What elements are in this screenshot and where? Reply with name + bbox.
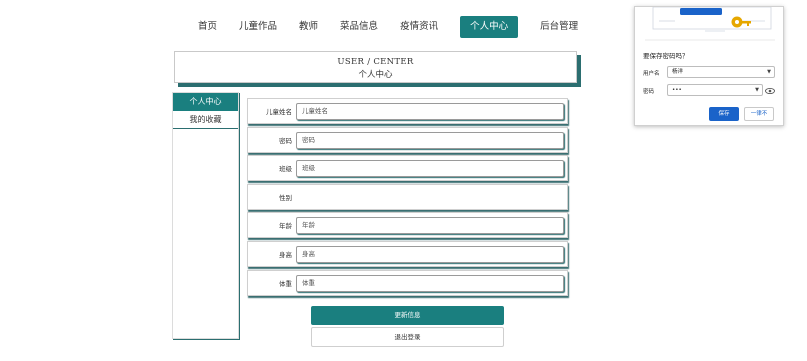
logout-button[interactable]: 退出登录	[311, 327, 504, 347]
nav-item-home[interactable]: 首页	[198, 16, 217, 38]
sidebar-item-user-center[interactable]: 个人中心	[173, 93, 238, 111]
field-label: 体重	[279, 279, 292, 288]
form-row-child-name: 儿童姓名 儿童姓名	[247, 98, 568, 124]
nav-item-admin[interactable]: 后台管理	[540, 16, 578, 38]
page-title-cn: 个人中心	[358, 70, 393, 80]
top-nav: 首页 儿童作品 教师 菜品信息 疫情资讯 个人中心 后台管理	[198, 16, 600, 38]
sidebar: 个人中心 我的收藏	[172, 92, 239, 339]
form-row-password: 密码 密码	[247, 126, 568, 153]
username-select[interactable]: 杨洋 ▼	[667, 66, 775, 78]
chevron-down-icon: ▼	[767, 69, 771, 75]
password-illustration-icon	[645, 7, 775, 41]
field-label: 年龄	[279, 222, 292, 231]
form-row-gender: 性别	[247, 183, 568, 210]
chevron-down-icon: ▼	[755, 87, 759, 93]
password-value: •••	[672, 87, 682, 93]
password-label: 密码	[643, 89, 655, 95]
save-password-button[interactable]: 保存	[709, 107, 739, 121]
page-title-en: USER / CENTER	[337, 57, 414, 67]
popup-title: 要保存密码吗？	[643, 52, 689, 60]
nav-item-dishes[interactable]: 菜品信息	[340, 16, 378, 38]
password-input[interactable]: 密码	[296, 131, 564, 149]
nav-item-user-center[interactable]: 个人中心	[460, 16, 519, 38]
nav-item-teachers[interactable]: 教师	[299, 16, 318, 38]
form-row-height: 身高 身高	[247, 240, 568, 267]
form-row-weight: 体重 体重	[247, 269, 568, 296]
save-password-popup: 要保存密码吗？ 用户名 杨洋 ▼ 密码 ••• ▼ 保存 一律不	[634, 6, 784, 126]
password-select[interactable]: ••• ▼	[667, 84, 763, 96]
username-value: 杨洋	[672, 69, 684, 75]
eye-icon[interactable]	[765, 86, 775, 96]
height-input[interactable]: 身高	[296, 245, 564, 263]
never-save-button[interactable]: 一律不	[744, 107, 774, 121]
age-input[interactable]: 年龄	[296, 217, 564, 235]
field-label: 身高	[279, 250, 292, 259]
field-label: 密码	[279, 136, 292, 145]
field-label: 班级	[279, 165, 292, 174]
field-label: 儿童姓名	[266, 108, 292, 116]
weight-input[interactable]: 体重	[296, 274, 564, 292]
nav-item-children-works[interactable]: 儿童作品	[239, 16, 277, 38]
page-title-banner: USER / CENTER 个人中心	[174, 51, 577, 83]
class-input[interactable]: 班级	[296, 160, 564, 178]
child-name-input[interactable]: 儿童姓名	[296, 103, 564, 120]
sidebar-item-favorites[interactable]: 我的收藏	[173, 111, 238, 129]
form-row-age: 年龄 年龄	[247, 212, 568, 239]
field-label: 性别	[279, 193, 292, 202]
update-info-button[interactable]: 更新信息	[311, 306, 504, 325]
nav-item-epidemic-news[interactable]: 疫情资讯	[400, 16, 438, 38]
profile-form: 儿童姓名 儿童姓名 密码 密码 班级 班级 性别 年龄 年龄 身高 身高 体重 …	[247, 98, 568, 298]
form-row-class: 班级 班级	[247, 155, 568, 182]
username-label: 用户名	[643, 71, 660, 77]
